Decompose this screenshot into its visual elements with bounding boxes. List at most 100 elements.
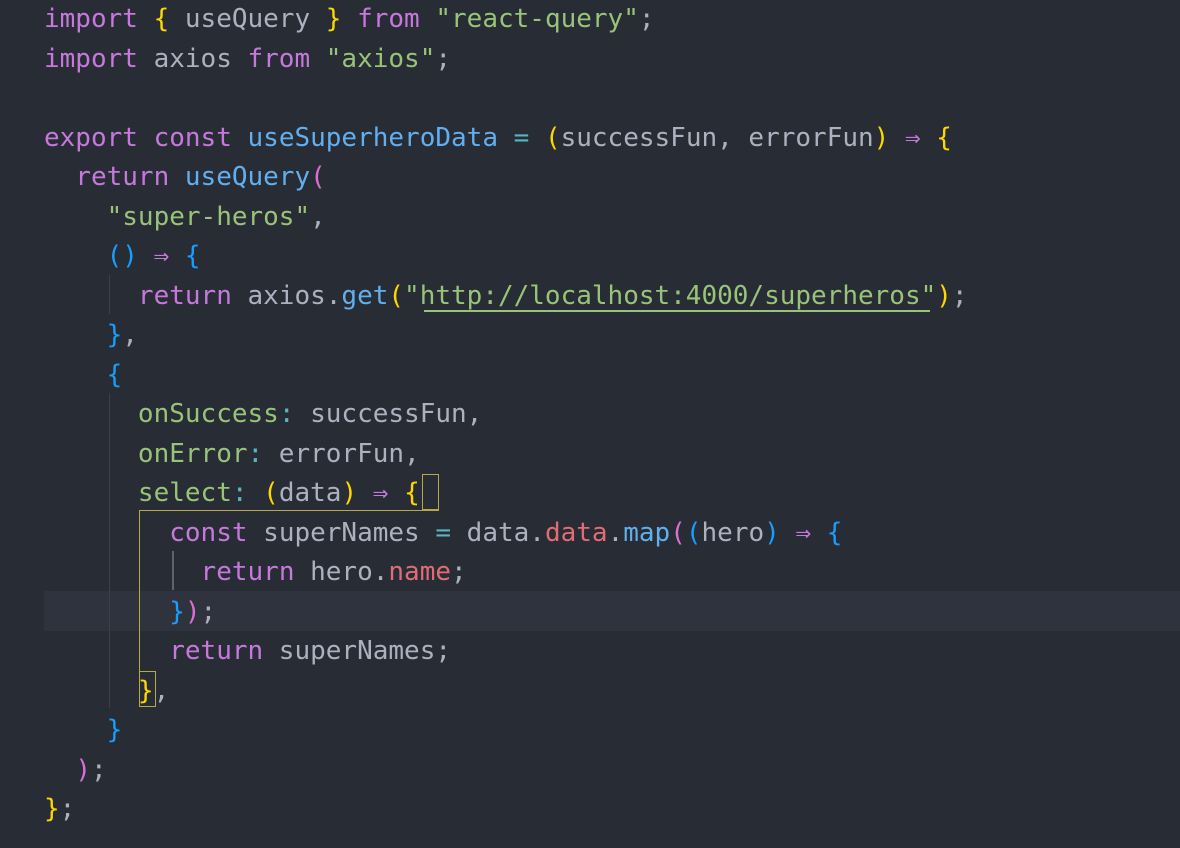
code-token: , xyxy=(122,320,138,350)
code-token: useSuperheroData xyxy=(247,122,498,153)
code-line[interactable]: import axios from "axios"; xyxy=(44,40,451,80)
code-line[interactable]: }; xyxy=(44,790,75,830)
code-line[interactable]: export const useSuperheroData = (success… xyxy=(44,119,952,159)
code-line[interactable]: select: (data) ⇒ { xyxy=(44,474,420,514)
code-token: } xyxy=(44,794,60,824)
code-token: useQuery xyxy=(184,162,311,192)
code-token: . xyxy=(325,280,342,311)
code-token: "super-heros" xyxy=(106,201,311,232)
code-line[interactable]: return axios.get("http://localhost:4000/… xyxy=(44,277,968,317)
code-line[interactable]: ); xyxy=(44,751,107,791)
code-token: ; xyxy=(59,794,76,824)
code-token: ; xyxy=(90,754,107,785)
code-token: { xyxy=(106,359,123,390)
code-token: onError xyxy=(137,438,248,469)
code-token: return xyxy=(75,162,170,192)
code-token: ⇒ xyxy=(153,241,170,271)
code-token: = xyxy=(513,122,530,153)
code-line[interactable]: () ⇒ { xyxy=(44,237,201,277)
code-token: import xyxy=(44,4,138,34)
code-line[interactable]: const superNames = data.data.map((hero) … xyxy=(44,514,842,554)
code-token: ( xyxy=(310,162,326,192)
code-line[interactable]: "super-heros", xyxy=(44,198,326,238)
code-token: } xyxy=(137,675,154,706)
code-token: hero xyxy=(294,557,373,587)
code-token: ) xyxy=(341,478,358,508)
code-token: ) xyxy=(873,122,890,153)
code-line[interactable]: return useQuery( xyxy=(44,158,326,198)
code-line[interactable]: return hero.name; xyxy=(44,553,467,593)
code-token: "http://localhost:4000/superheros" xyxy=(404,280,937,311)
code-token: ; xyxy=(951,280,968,311)
code-token: ) xyxy=(184,596,201,627)
code-token: : xyxy=(278,399,295,429)
code-token: ; xyxy=(435,43,452,74)
code-token: , xyxy=(153,675,170,706)
code-token: = xyxy=(435,517,452,548)
code-line[interactable]: } xyxy=(44,711,123,751)
code-token: ⇒ xyxy=(795,517,812,548)
code-line[interactable]: onSuccess: successFun, xyxy=(44,395,482,435)
code-line[interactable]: }); xyxy=(44,593,216,633)
code-token: : xyxy=(247,438,264,469)
code-token: return xyxy=(200,557,295,587)
code-token: from xyxy=(357,4,420,34)
code-line[interactable]: }, xyxy=(44,672,169,712)
code-line[interactable]: { xyxy=(44,356,123,396)
code-token: useQuery xyxy=(169,4,326,34)
code-token: get xyxy=(341,280,389,311)
code-token: onSuccess xyxy=(137,399,279,429)
code-token: "axios" xyxy=(325,43,436,74)
code-token: } xyxy=(106,715,123,745)
code-token: ( xyxy=(388,280,405,311)
code-token: { xyxy=(184,241,201,271)
code-token: successFun, xyxy=(294,399,483,429)
code-line[interactable]: }, xyxy=(44,316,138,356)
code-token: ) xyxy=(936,280,952,311)
code-token: superNames; xyxy=(263,636,451,666)
code-token: data xyxy=(278,478,342,508)
code-token: errorFun, xyxy=(263,438,420,469)
code-token: select xyxy=(137,478,232,508)
code-token: const xyxy=(169,517,248,548)
code-line[interactable]: onError: errorFun, xyxy=(44,435,420,475)
code-token: export xyxy=(44,122,138,153)
code-line[interactable]: import { useQuery } from "react-query"; xyxy=(44,0,655,40)
code-token: . xyxy=(529,517,545,548)
code-line[interactable]: return superNames; xyxy=(44,632,451,672)
code-token: hero xyxy=(701,517,765,548)
code-editor[interactable]: import { useQuery } from "react-query"; i… xyxy=(0,0,1180,848)
code-token: ; xyxy=(638,4,655,34)
code-token: from xyxy=(247,43,311,74)
code-token: { xyxy=(153,4,170,34)
code-token: ; xyxy=(200,596,217,627)
code-token: , xyxy=(310,201,326,232)
code-token: const xyxy=(153,122,232,153)
